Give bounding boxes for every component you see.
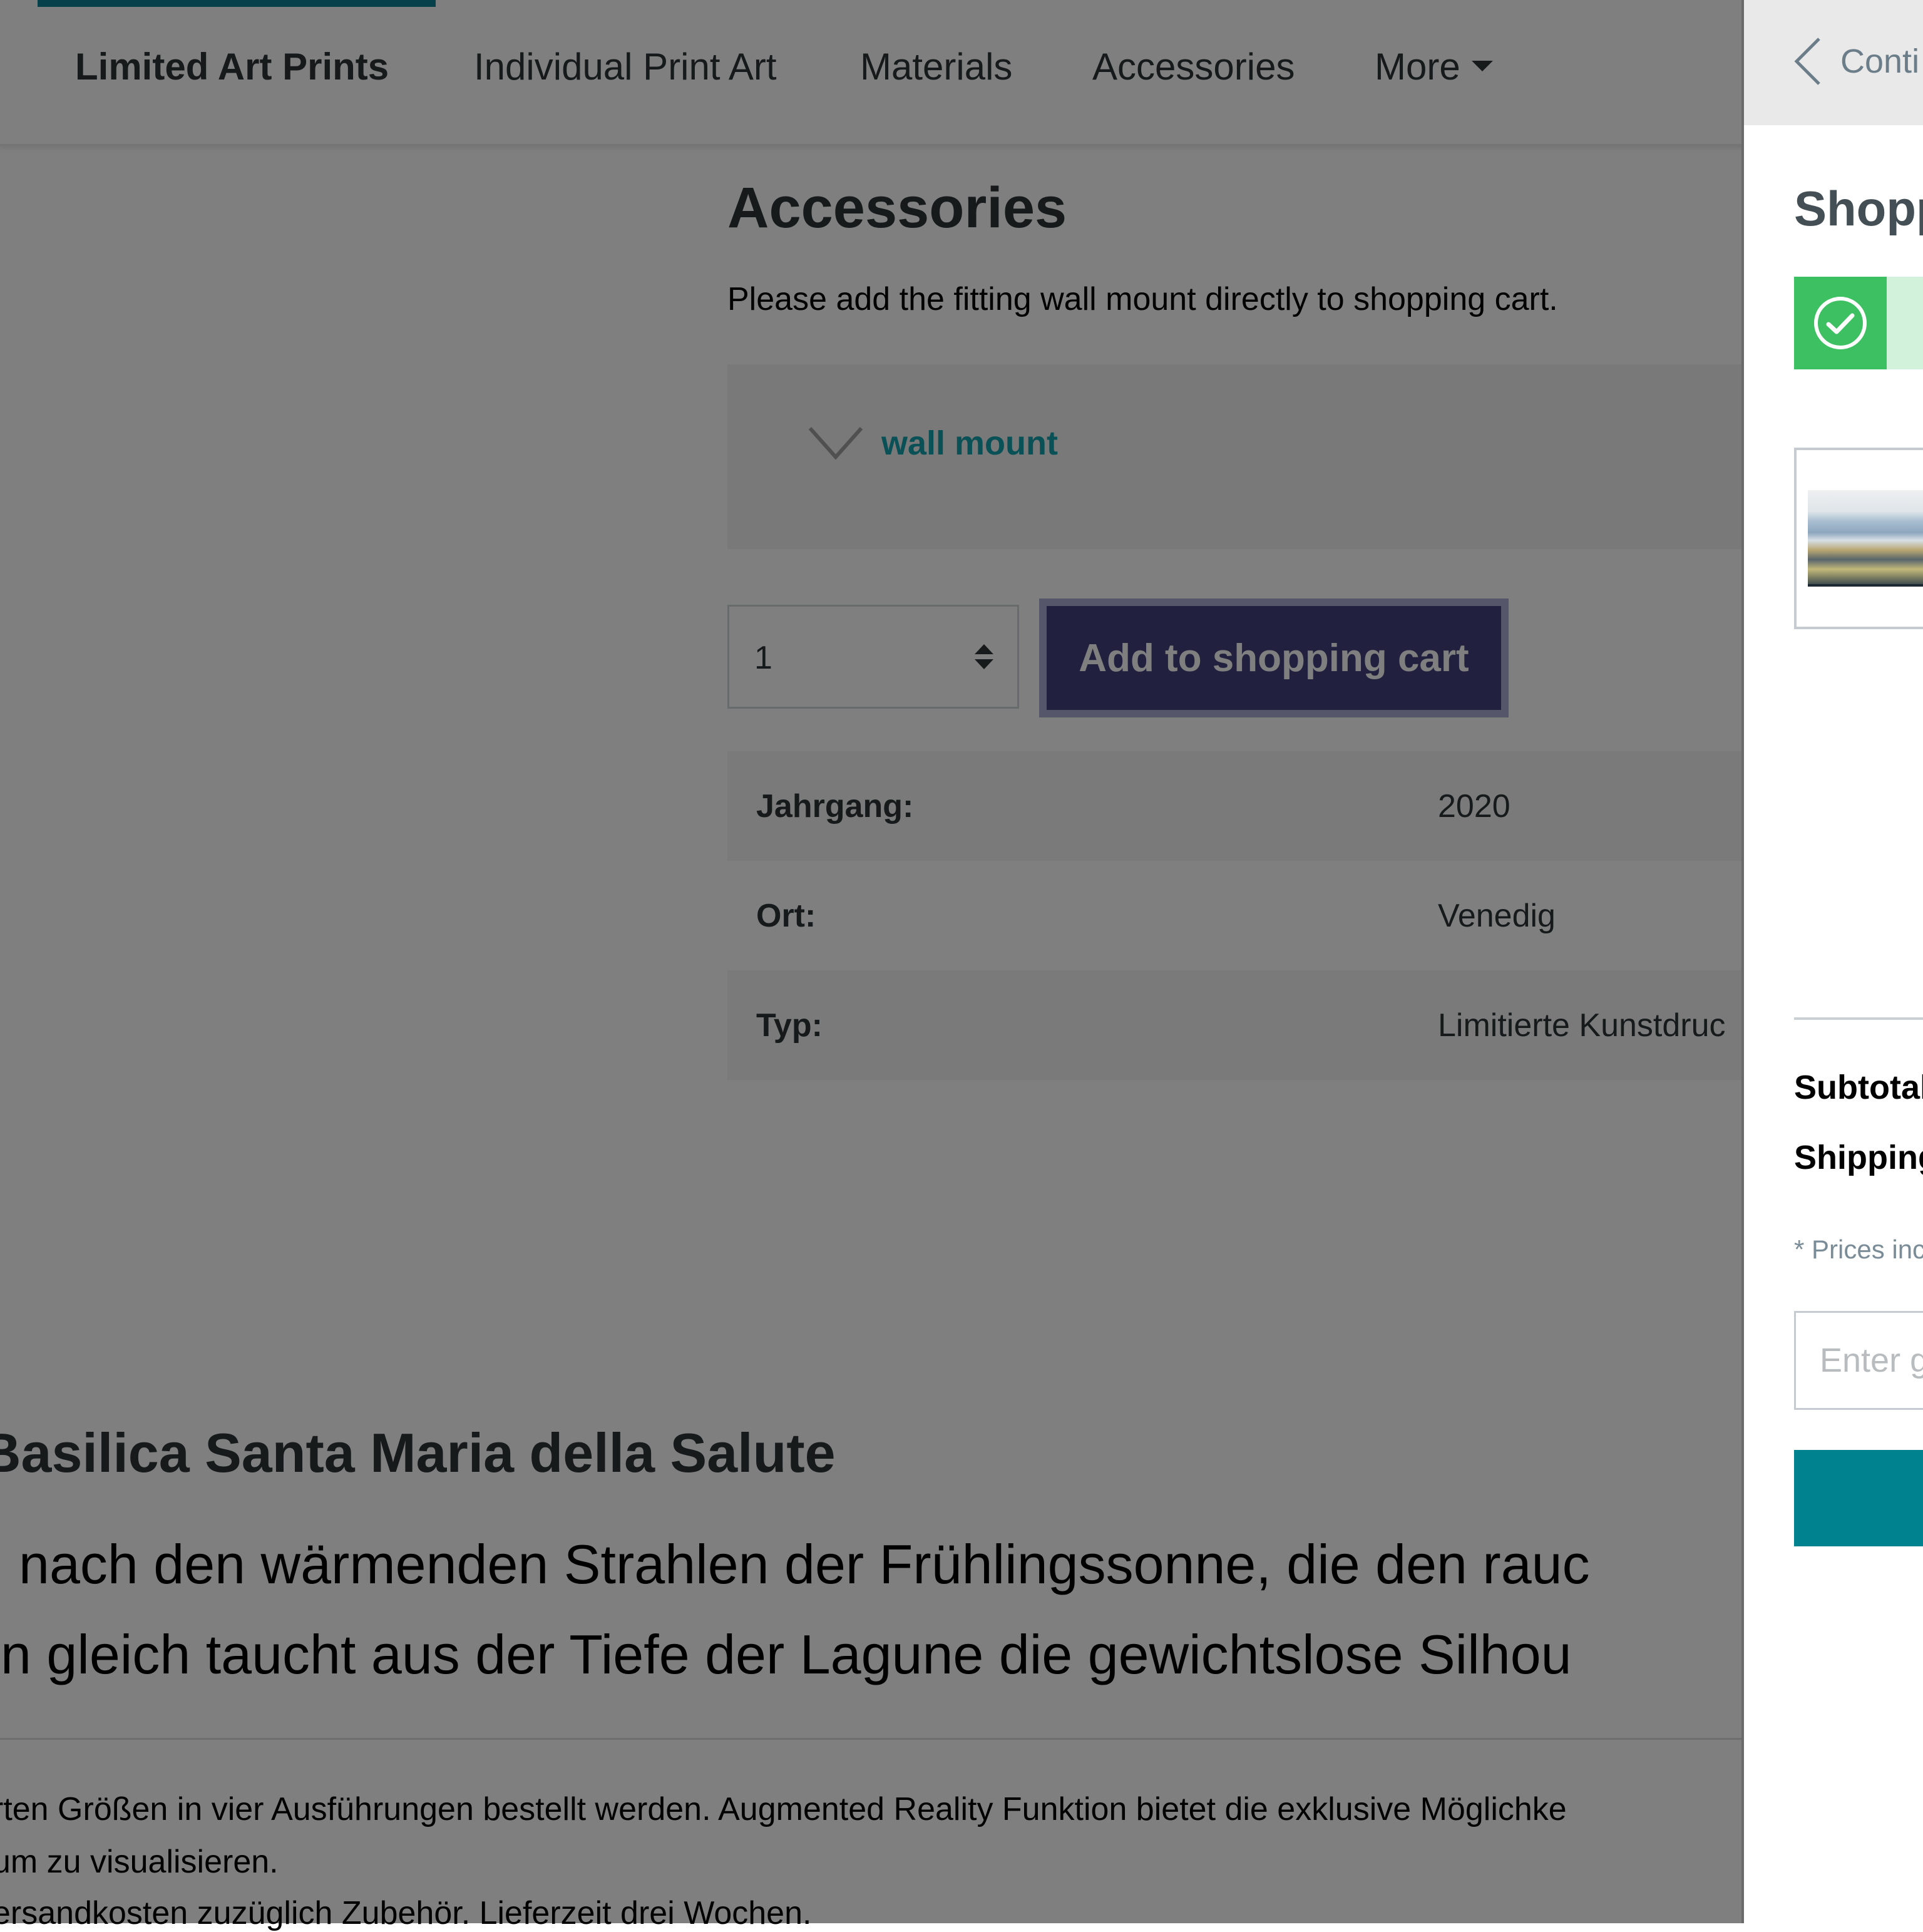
cart-divider: [1794, 1017, 1923, 1020]
product-page: Limited Art Prints Individual Print Art …: [0, 0, 1923, 1931]
continue-shopping-button[interactable]: Conti: [1794, 36, 1919, 86]
gift-code-input[interactable]: [1794, 1311, 1923, 1410]
subtotal-label: Subtotal: [1794, 1069, 1923, 1106]
tax-note: * Prices inc: [1794, 1235, 1923, 1264]
check-circle-icon: [1814, 297, 1867, 349]
checkout-button[interactable]: [1794, 1450, 1923, 1546]
cart-title: Shopp: [1794, 181, 1923, 236]
cart-line-item: [1794, 448, 1923, 629]
shopping-cart-offcanvas: Conti Shopp Subtotal Shipping * Prices i…: [1741, 0, 1923, 1923]
continue-shopping-label: Conti: [1840, 43, 1920, 80]
alert-icon-container: [1794, 277, 1887, 369]
venice-painting-thumbnail[interactable]: [1808, 490, 1923, 587]
modal-backdrop[interactable]: [0, 0, 1741, 1923]
cart-panel-header: Conti: [1744, 0, 1923, 125]
shipping-label: Shipping: [1794, 1139, 1923, 1176]
chevron-left-icon: [1794, 38, 1820, 85]
success-alert: [1794, 277, 1923, 369]
